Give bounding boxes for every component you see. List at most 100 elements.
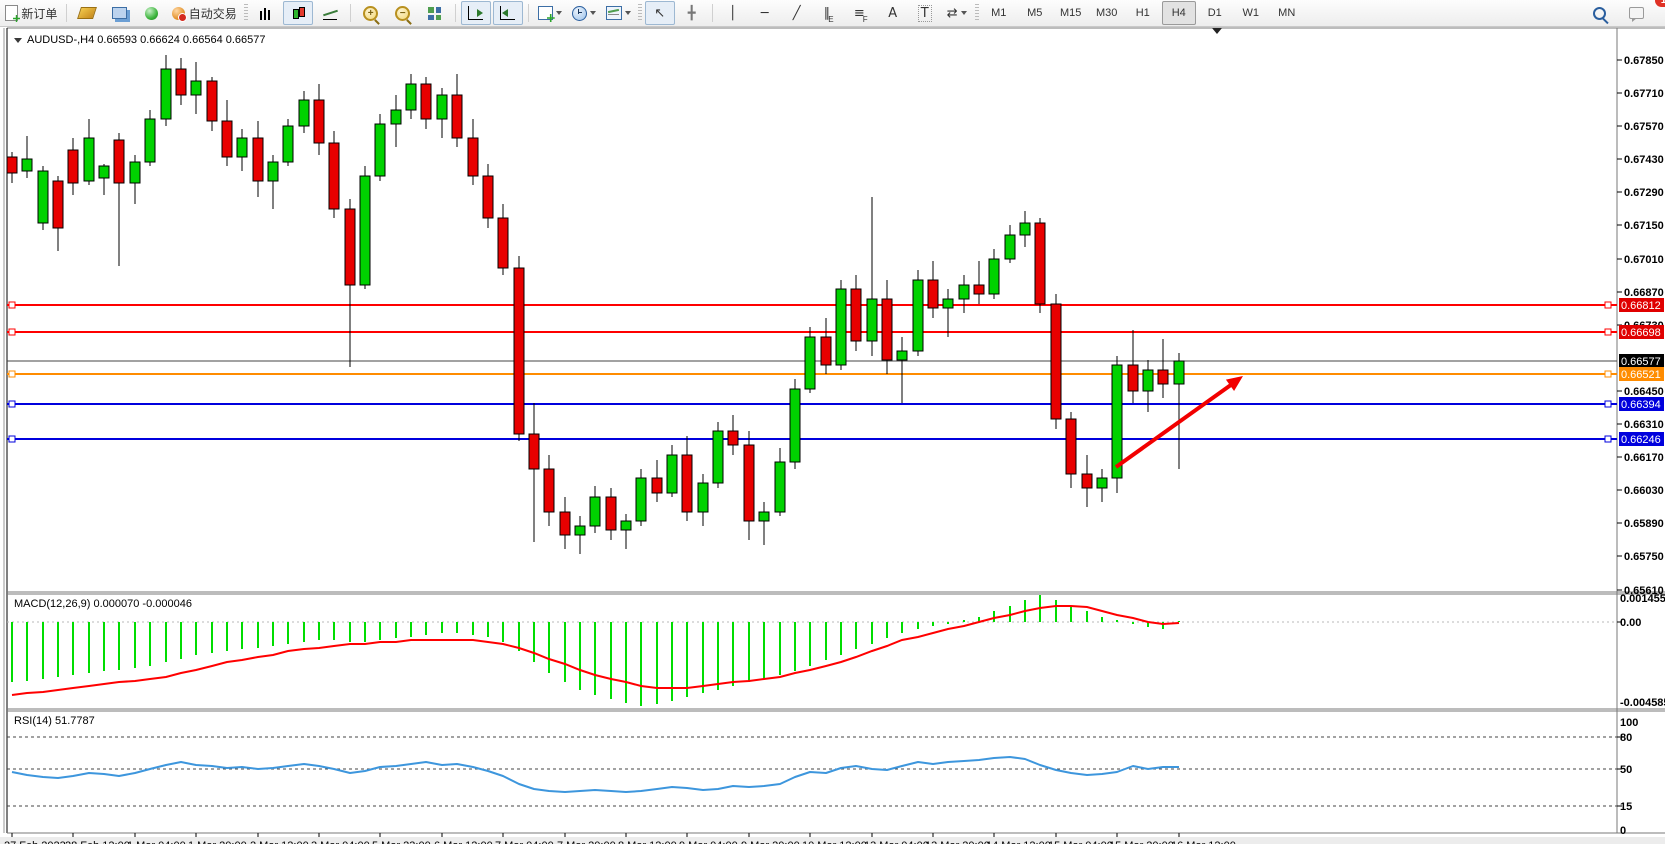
label-tool-button[interactable]: T <box>910 1 940 25</box>
svg-text:28 Feb 12:00: 28 Feb 12:00 <box>65 840 130 844</box>
tile-windows-icon <box>428 7 441 20</box>
svg-text:14 Mar 12:00: 14 Mar 12:00 <box>986 840 1051 844</box>
market-watch-button[interactable] <box>72 1 102 25</box>
indicators-button[interactable] <box>534 1 566 25</box>
chart-frame <box>0 27 1665 844</box>
auto-trading-icon <box>172 7 185 20</box>
chart-window[interactable]: 0.678500.677100.675700.674300.672900.671… <box>0 27 1665 844</box>
timeframe-m1-button[interactable]: M1 <box>982 1 1016 25</box>
chevron-down-icon <box>556 11 562 15</box>
svg-text:-0.004585: -0.004585 <box>1620 697 1665 709</box>
svg-text:0.66394: 0.66394 <box>1621 399 1661 411</box>
svg-text:0.65750: 0.65750 <box>1624 551 1664 563</box>
timeframe-mn-button[interactable]: MN <box>1270 1 1304 25</box>
svg-text:80: 80 <box>1620 732 1632 744</box>
new-order-icon <box>5 5 18 21</box>
cursor-tool-button[interactable]: ↖ <box>645 1 675 25</box>
svg-text:0.001455: 0.001455 <box>1620 593 1665 605</box>
svg-text:13 Mar 20:00: 13 Mar 20:00 <box>925 840 990 844</box>
line-chart-button[interactable] <box>315 1 345 25</box>
svg-text:2 Mar 12:00: 2 Mar 12:00 <box>250 840 309 844</box>
notification-badge: 1 <box>1655 0 1665 7</box>
add-indicator-icon <box>538 6 553 20</box>
zoom-out-button[interactable]: − <box>388 1 418 25</box>
signal-globe-icon <box>145 7 158 20</box>
vertical-line-tool-button[interactable]: │ <box>718 1 748 25</box>
main-toolbar: 新订单 自动交易 + − ↖ ╋ │ ─ ╱ ∥E ≡F A T ⇄ <box>0 0 1665 27</box>
timeframe-d1-button[interactable]: D1 <box>1198 1 1232 25</box>
crosshair-icon: ╋ <box>688 6 696 21</box>
chart-shift-button[interactable] <box>493 1 523 25</box>
svg-text:27 Feb 2023: 27 Feb 2023 <box>4 840 66 844</box>
timeframe-h4-button[interactable]: H4 <box>1162 1 1196 25</box>
bar-chart-button[interactable] <box>251 1 281 25</box>
window-marker-icon[interactable] <box>1212 28 1222 34</box>
chart-shift-icon <box>500 6 515 20</box>
cursor-icon: ↖ <box>654 6 665 21</box>
svg-text:16 Mar 12:00: 16 Mar 12:00 <box>1171 840 1236 844</box>
new-order-button[interactable]: 新订单 <box>1 1 61 25</box>
periods-button[interactable] <box>568 1 600 25</box>
svg-text:50: 50 <box>1620 764 1632 776</box>
svg-text:1 Mar 20:00: 1 Mar 20:00 <box>188 840 247 844</box>
chart-canvas[interactable]: 0.678500.677100.675700.674300.672900.671… <box>0 27 1665 844</box>
crosshair-tool-button[interactable]: ╋ <box>677 1 707 25</box>
terminal-button[interactable] <box>104 1 134 25</box>
horizontal-line-tool-button[interactable]: ─ <box>750 1 780 25</box>
notifications-button[interactable]: 1 <box>1621 1 1651 25</box>
timeframe-h1-button[interactable]: H1 <box>1126 1 1160 25</box>
svg-text:7 Mar 04:00: 7 Mar 04:00 <box>495 840 554 844</box>
svg-text:0.67290: 0.67290 <box>1624 187 1664 199</box>
horizontal-line-icon: ─ <box>761 6 769 21</box>
arrows-tool-icon: ⇄ <box>947 6 958 21</box>
svg-text:5 Mar 23:00: 5 Mar 23:00 <box>372 840 431 844</box>
svg-text:0.65890: 0.65890 <box>1624 518 1664 530</box>
svg-text:6 Mar 12:00: 6 Mar 12:00 <box>434 840 493 844</box>
chevron-down-icon <box>590 11 596 15</box>
svg-text:13 Mar 04:00: 13 Mar 04:00 <box>864 840 929 844</box>
chart-collapse-icon[interactable] <box>14 38 22 43</box>
auto-trading-button[interactable]: 自动交易 <box>168 1 240 25</box>
candlestick-icon <box>291 7 305 20</box>
computers-icon <box>112 7 127 19</box>
svg-text:0.66450: 0.66450 <box>1624 386 1664 398</box>
fibonacci-tool-button[interactable]: ≡F <box>846 1 876 25</box>
svg-text:0.00: 0.00 <box>1620 617 1641 629</box>
timeframe-m15-button[interactable]: M15 <box>1054 1 1088 25</box>
svg-text:0: 0 <box>1620 825 1626 837</box>
line-chart-icon <box>323 6 337 20</box>
auto-scroll-button[interactable] <box>461 1 491 25</box>
chat-bubble-icon <box>1629 7 1644 19</box>
svg-text:0.67850: 0.67850 <box>1624 55 1664 67</box>
arrows-tool-button[interactable]: ⇄ <box>942 1 972 25</box>
trendline-tool-button[interactable]: ╱ <box>782 1 812 25</box>
templates-button[interactable] <box>602 1 635 25</box>
tile-windows-button[interactable] <box>420 1 450 25</box>
text-tool-button[interactable]: A <box>878 1 908 25</box>
channel-tool-button[interactable]: ∥E <box>814 1 844 25</box>
bar-chart-icon <box>259 7 273 20</box>
search-icon <box>1593 7 1606 20</box>
template-icon <box>606 6 622 20</box>
zoom-in-icon: + <box>363 6 378 21</box>
svg-text:0.66030: 0.66030 <box>1624 485 1664 497</box>
svg-text:9 Mar 20:00: 9 Mar 20:00 <box>741 840 800 844</box>
svg-text:0.66521: 0.66521 <box>1621 369 1661 381</box>
svg-text:0.67010: 0.67010 <box>1624 254 1664 266</box>
svg-text:10 Mar 12:00: 10 Mar 12:00 <box>802 840 867 844</box>
svg-text:7 Mar 20:00: 7 Mar 20:00 <box>557 840 616 844</box>
timeframe-m5-button[interactable]: M5 <box>1018 1 1052 25</box>
timeframe-m30-button[interactable]: M30 <box>1090 1 1124 25</box>
signals-button[interactable] <box>136 1 166 25</box>
zoom-in-button[interactable]: + <box>356 1 386 25</box>
search-button[interactable] <box>1584 1 1614 25</box>
timeframe-w1-button[interactable]: W1 <box>1234 1 1268 25</box>
candlestick-chart-button[interactable] <box>283 1 313 25</box>
svg-text:0.66170: 0.66170 <box>1624 452 1664 464</box>
svg-text:0.66246: 0.66246 <box>1621 434 1661 446</box>
trendline-icon: ╱ <box>793 6 801 21</box>
label-tool-icon: T <box>918 5 932 22</box>
svg-text:3 Mar 04:00: 3 Mar 04:00 <box>311 840 370 844</box>
chart-title: AUDUSD-,H4 0.66593 0.66624 0.66564 0.665… <box>14 34 266 46</box>
svg-text:15 Mar 04:00: 15 Mar 04:00 <box>1048 840 1113 844</box>
